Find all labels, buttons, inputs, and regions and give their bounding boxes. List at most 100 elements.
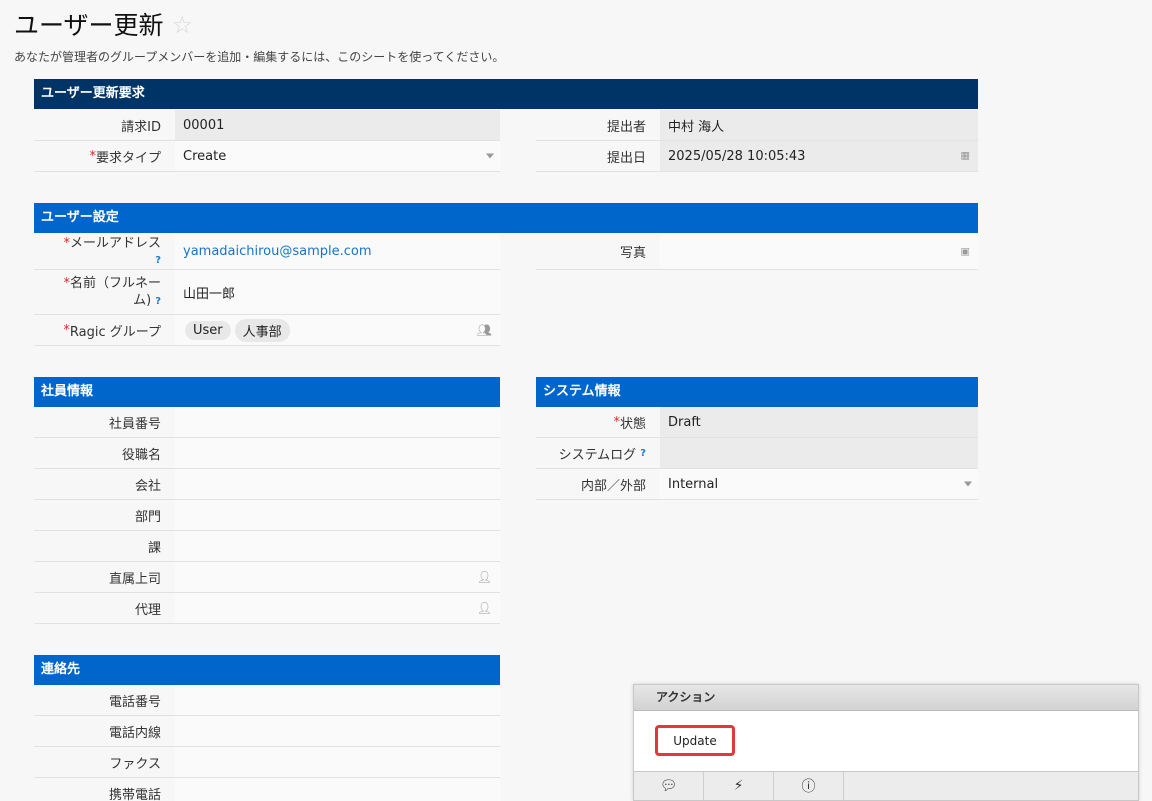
page-description: あなたが管理者のグループメンバーを追加・編集するには、このシートを使ってください…: [14, 50, 505, 64]
field-label: システムログ?: [536, 438, 660, 468]
field-company: 会社: [34, 469, 500, 500]
system-log-value: [660, 438, 978, 468]
field-label: 役職名: [34, 438, 175, 468]
field-label: 提出者: [536, 110, 660, 140]
request-type-label: 要求タイプ: [95, 150, 161, 166]
submit-date-text: 2025/05/28 10:05:43: [668, 148, 806, 164]
full-name-field[interactable]: 山田一郎: [175, 270, 500, 314]
section-request-header: ユーザー更新要求: [34, 79, 978, 109]
user-icon[interactable]: 👤︎: [477, 601, 492, 615]
submit-date-value: 2025/05/28 10:05:43 ▦: [660, 141, 978, 171]
name-label-line2: ム): [133, 292, 152, 308]
field-status: * 状態 Draft: [536, 407, 978, 438]
mobile-field[interactable]: [175, 778, 500, 801]
page-title: ユーザー更新: [14, 11, 164, 40]
action-footer: 💬︎ ⚡︎ ⓘ: [634, 771, 1138, 800]
field-system-log: システムログ?: [536, 438, 978, 469]
star-icon[interactable]: ☆: [172, 11, 194, 39]
help-icon[interactable]: ?: [155, 252, 161, 269]
user-icon[interactable]: 👤︎: [477, 570, 492, 584]
group-label: Ragic グループ: [69, 324, 161, 340]
calendar-icon[interactable]: ▦: [961, 151, 970, 162]
group-field[interactable]: User 人事部 👥︎: [175, 315, 500, 345]
info-icon[interactable]: ⓘ: [774, 772, 844, 800]
field-label: *メールアドレス ?: [34, 234, 175, 269]
request-type-value: Create: [183, 148, 227, 164]
email-label-row: *メールアドレス: [63, 235, 161, 252]
field-label: 代理: [34, 593, 175, 623]
help-icon[interactable]: ?: [640, 448, 646, 459]
position-field[interactable]: [175, 438, 500, 468]
name-label-row-2: ム)?: [133, 292, 161, 310]
field-supervisor: 直属上司 👤︎: [34, 562, 500, 593]
group-tag[interactable]: User: [185, 320, 231, 340]
field-department: 部門: [34, 500, 500, 531]
field-label: ファクス: [34, 747, 175, 777]
employee-number-field[interactable]: [175, 407, 500, 437]
phone-field[interactable]: [175, 685, 500, 715]
users-icon[interactable]: 👥︎: [477, 323, 492, 337]
field-full-name: *名前（フルネー ム)? 山田一郎: [34, 270, 500, 315]
name-label-row-1: *名前（フルネー: [63, 275, 161, 292]
proxy-field[interactable]: 👤︎: [175, 593, 500, 623]
field-submitter: 提出者 中村 海人: [536, 110, 978, 141]
section-system-header: システム情報: [536, 377, 978, 407]
request-type-select[interactable]: Create: [175, 141, 500, 171]
field-fax: ファクス: [34, 747, 500, 778]
field-position: 役職名: [34, 438, 500, 469]
supervisor-field[interactable]: 👤︎: [175, 562, 500, 592]
field-label: 会社: [34, 469, 175, 499]
status-label: 状態: [619, 416, 646, 432]
extension-field[interactable]: [175, 716, 500, 746]
field-employee-number: 社員番号: [34, 407, 500, 438]
field-phone: 電話番号: [34, 685, 500, 716]
field-internal-external: 内部／外部 Internal: [536, 469, 978, 500]
image-icon[interactable]: ▣: [961, 246, 970, 257]
field-proxy: 代理 👤︎: [34, 593, 500, 624]
field-label: * 要求タイプ: [34, 141, 175, 171]
title-row: ユーザー更新 ☆: [14, 6, 193, 42]
full-name-value: 山田一郎: [183, 286, 236, 302]
chevron-down-icon: [486, 153, 494, 159]
field-section: 課: [34, 531, 500, 562]
fax-field[interactable]: [175, 747, 500, 777]
section-field[interactable]: [175, 531, 500, 561]
department-field[interactable]: [175, 500, 500, 530]
field-label: 携帯電話: [34, 778, 175, 801]
field-label: *名前（フルネー ム)?: [34, 270, 175, 314]
field-photo: 写真 ▣: [536, 234, 978, 270]
request-id-value: 00001: [175, 110, 500, 140]
internal-external-value: Internal: [668, 476, 719, 492]
submitter-value: 中村 海人: [660, 110, 978, 140]
action-panel: アクション Update 💬︎ ⚡︎ ⓘ: [633, 684, 1139, 801]
chevron-down-icon: [964, 481, 972, 487]
field-request-type: * 要求タイプ Create: [34, 141, 500, 172]
field-label: 社員番号: [34, 407, 175, 437]
section-user-header: ユーザー設定: [34, 203, 978, 233]
field-label: * 状態: [536, 407, 660, 437]
photo-field[interactable]: ▣: [660, 234, 978, 269]
field-label: 直属上司: [34, 562, 175, 592]
field-label: 写真: [536, 234, 660, 269]
field-email: *メールアドレス ? yamadaichirou@sample.com: [34, 234, 500, 270]
field-label: 電話番号: [34, 685, 175, 715]
action-panel-header: アクション: [634, 685, 1138, 711]
system-log-label: システムログ: [558, 447, 637, 463]
section-contact-header: 連絡先: [34, 655, 500, 685]
field-request-id: 請求ID 00001: [34, 110, 500, 141]
status-value: Draft: [660, 407, 978, 437]
help-icon[interactable]: ?: [155, 296, 161, 307]
field-label: 提出日: [536, 141, 660, 171]
field-ragic-group: * Ragic グループ User 人事部 👥︎: [34, 315, 500, 346]
company-field[interactable]: [175, 469, 500, 499]
internal-external-select[interactable]: Internal: [660, 469, 978, 499]
section-employee-header: 社員情報: [34, 377, 500, 407]
group-tag[interactable]: 人事部: [234, 318, 290, 342]
field-label: 請求ID: [34, 110, 175, 140]
update-button[interactable]: Update: [655, 725, 735, 756]
email-field[interactable]: yamadaichirou@sample.com: [175, 234, 500, 269]
lightning-icon[interactable]: ⚡︎: [704, 772, 774, 800]
comment-icon[interactable]: 💬︎: [634, 772, 704, 800]
field-label: * Ragic グループ: [34, 315, 175, 345]
email-value[interactable]: yamadaichirou@sample.com: [183, 244, 372, 259]
